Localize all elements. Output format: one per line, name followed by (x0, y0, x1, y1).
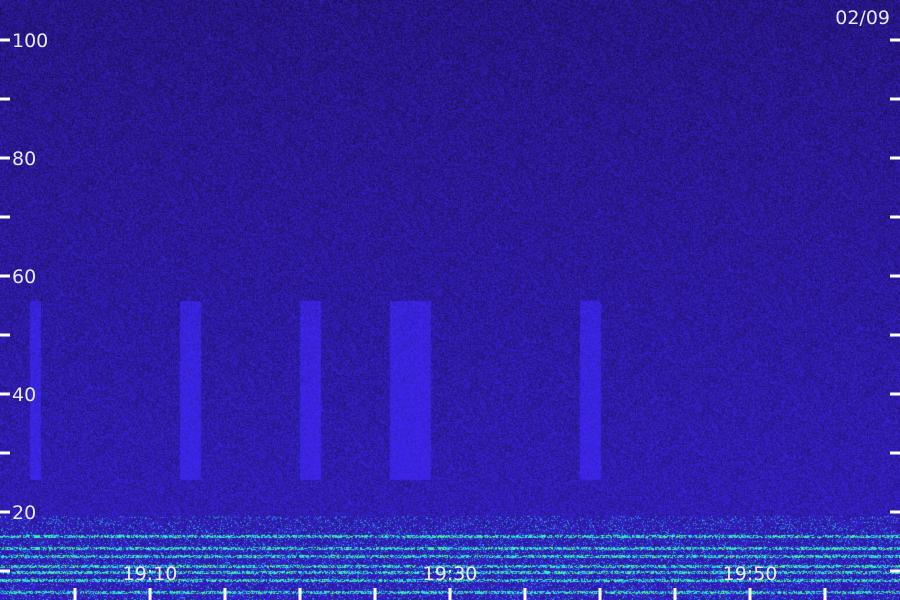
x-tick-label: 19:50 (723, 563, 778, 585)
y-tick-label: 60 (12, 266, 36, 288)
y-tick-label: 100 (12, 30, 48, 52)
x-tick-label: 19:30 (423, 563, 478, 585)
chart-overlay: 20 40 60 80 100 19:10 19:30 19:50 02/09 (0, 7, 900, 600)
y-tick-label: 40 (12, 384, 36, 406)
y-tick-label: 80 (12, 148, 36, 170)
x-axis: 19:10 19:30 19:50 (73, 563, 827, 600)
x-tick-label: 19:10 (123, 563, 178, 585)
y-tick-label: 20 (12, 502, 36, 524)
spectrogram-chart: 20 40 60 80 100 19:10 19:30 19:50 02/09 (0, 0, 900, 600)
date-label: 02/09 (835, 7, 890, 29)
y-axis: 20 40 60 80 100 (0, 30, 900, 573)
